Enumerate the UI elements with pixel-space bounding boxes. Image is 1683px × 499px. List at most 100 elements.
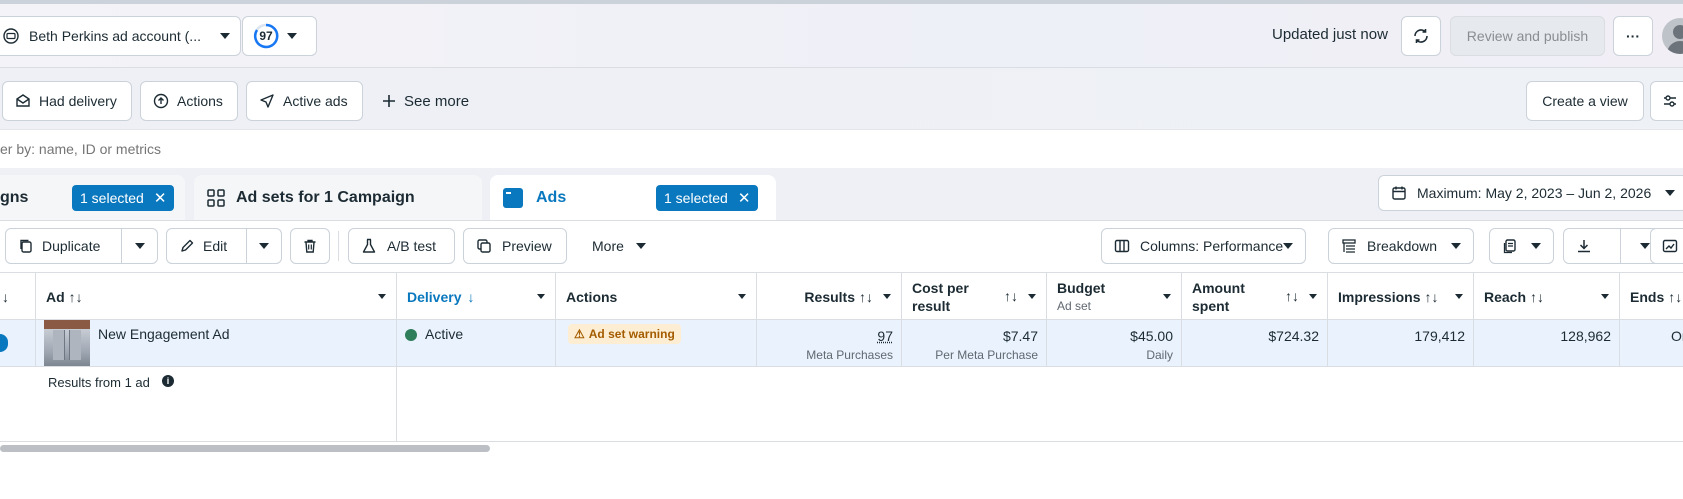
opportunity-score-button[interactable]: 97 <box>242 16 317 56</box>
sort-icon: ↑↓ <box>1530 289 1545 305</box>
delivery-status: Active <box>425 326 464 342</box>
updated-status: Updated just now <box>1272 26 1388 43</box>
chart-view-button[interactable] <box>1650 228 1683 264</box>
chevron-down-icon[interactable] <box>537 294 545 299</box>
header-ad[interactable]: Ad ↑↓ <box>36 273 397 321</box>
sort-desc-icon: ↓ <box>467 289 475 305</box>
chevron-down-icon[interactable] <box>1309 294 1317 299</box>
sort-icon: ↑↓ <box>1424 289 1439 305</box>
score-ring-icon: 97 <box>253 23 279 49</box>
budget-cell: $45.00 Daily <box>1047 320 1182 366</box>
status-dot <box>405 329 417 341</box>
filter-had-delivery[interactable]: Had delivery <box>2 81 132 121</box>
account-selector[interactable]: Beth Perkins ad account (... <box>0 16 241 56</box>
header-ends[interactable]: Ends ↑↓ <box>1620 273 1683 321</box>
chevron-down-icon[interactable] <box>1028 294 1036 299</box>
chevron-down-icon[interactable] <box>378 294 386 299</box>
see-more-button[interactable]: See more <box>382 81 469 121</box>
chevron-down-icon <box>259 243 270 249</box>
reports-icon <box>1502 238 1518 254</box>
header-reach[interactable]: Reach ↑↓ <box>1474 273 1620 321</box>
flask-icon <box>361 238 377 254</box>
header-amount-spent[interactable]: Amount spent ↑↓ <box>1182 273 1328 321</box>
edit-button[interactable]: Edit <box>166 228 282 264</box>
header-actions[interactable]: Actions <box>556 273 757 321</box>
close-icon[interactable]: ✕ <box>154 189 167 207</box>
date-range-picker[interactable]: Maximum: May 2, 2023 – Jun 2, 2026 <box>1378 175 1683 211</box>
header-cost-per-result[interactable]: Cost per result ↑↓ <box>902 273 1047 321</box>
close-icon[interactable]: ✕ <box>738 189 751 207</box>
row-toggle-cell <box>0 320 36 366</box>
chevron-down-icon[interactable] <box>883 294 891 299</box>
ads-selected-pill[interactable]: 1 selected ✕ <box>656 184 759 211</box>
ab-test-button[interactable]: A/B test <box>348 228 455 264</box>
duplicate-button[interactable]: Duplicate <box>5 228 158 264</box>
header-sort-toggle[interactable]: ↓ <box>0 273 36 321</box>
results-value[interactable]: 97 <box>877 328 893 344</box>
columns-button[interactable]: Columns: Performance <box>1101 228 1306 264</box>
header-impressions[interactable]: Impressions ↑↓ <box>1328 273 1474 321</box>
filter-active-ads[interactable]: Active ads <box>246 81 363 121</box>
chevron-down-icon[interactable] <box>1455 294 1463 299</box>
warning-icon: ⚠ <box>574 327 585 341</box>
impressions-cell: 179,412 <box>1328 320 1474 366</box>
avatar[interactable] <box>1662 18 1683 54</box>
account-icon <box>3 28 19 44</box>
tab-ad-sets[interactable]: Ad sets for 1 Campaign <box>194 175 482 220</box>
chevron-down-icon <box>1665 190 1675 196</box>
reach-value: 128,962 <box>1560 328 1611 344</box>
summary-cell: Results from 1 ad i <box>0 367 397 442</box>
horizontal-scrollbar[interactable] <box>0 445 490 452</box>
amount-spent-value: $724.32 <box>1268 328 1319 344</box>
refresh-button[interactable] <box>1401 16 1441 56</box>
level-tabs: gns 1 selected ✕ Ad sets for 1 Campaign … <box>0 168 1683 220</box>
duplicate-icon <box>18 238 34 254</box>
chevron-down-icon <box>1283 243 1294 249</box>
cost-type: Per Meta Purchase <box>935 348 1038 362</box>
envelope-icon <box>15 93 31 109</box>
budget-value: $45.00 <box>1130 328 1173 344</box>
table-toolbar: Duplicate Edit A/B test Preview More Col… <box>0 220 1683 272</box>
edit-dropdown[interactable] <box>246 229 281 263</box>
reports-button[interactable] <box>1489 228 1554 264</box>
more-button[interactable]: More <box>592 228 646 264</box>
sort-icon: ↑↓ <box>859 289 873 305</box>
search-row <box>0 130 1683 168</box>
breakdown-icon <box>1341 238 1357 254</box>
create-view-button[interactable]: Create a view <box>1526 81 1644 121</box>
info-icon[interactable]: i <box>162 375 174 387</box>
search-input[interactable] <box>0 136 900 162</box>
sort-icon: ↓ <box>2 289 9 305</box>
duplicate-dropdown[interactable] <box>121 229 157 263</box>
preview-button[interactable]: Preview <box>463 228 567 264</box>
chart-icon <box>1662 238 1678 254</box>
chevron-down-icon[interactable] <box>1601 294 1609 299</box>
breakdown-button[interactable]: Breakdown <box>1328 228 1474 264</box>
table-row[interactable]: New Engagement Ad Active ⚠ Ad set warnin… <box>0 320 1683 367</box>
chevron-down-icon <box>134 243 145 249</box>
chevron-down-icon <box>220 33 230 39</box>
ends-value: Or <box>1671 328 1683 344</box>
view-settings-button[interactable] <box>1650 81 1683 121</box>
header-delivery[interactable]: Delivery ↓ <box>397 273 556 321</box>
chevron-down-icon[interactable] <box>738 294 746 299</box>
cost-cell: $7.47 Per Meta Purchase <box>902 320 1047 366</box>
campaigns-selected-pill[interactable]: 1 selected ✕ <box>72 184 175 211</box>
header-results[interactable]: Results ↑↓ <box>757 273 902 321</box>
filter-actions[interactable]: Actions <box>140 81 238 121</box>
review-and-publish-button[interactable]: Review and publish <box>1450 16 1605 56</box>
delete-button[interactable] <box>290 228 330 264</box>
tab-ads[interactable]: Ads 1 selected ✕ <box>490 175 776 220</box>
ad-set-warning-badge[interactable]: ⚠ Ad set warning <box>568 324 681 344</box>
header-budget[interactable]: Budget Ad set <box>1047 273 1182 321</box>
chevron-down-icon[interactable] <box>1163 294 1171 299</box>
table-header: ↓ Ad ↑↓ Delivery ↓ Actions Results ↑↓ Co… <box>0 272 1683 321</box>
upload-circle-icon <box>153 93 169 109</box>
more-options-button[interactable]: ··· <box>1613 16 1653 56</box>
ad-name-link[interactable]: New Engagement Ad <box>98 326 230 342</box>
chevron-down-icon <box>1451 243 1461 249</box>
sliders-icon <box>1662 93 1678 109</box>
toggle-switch[interactable] <box>0 334 8 352</box>
tab-campaigns[interactable]: gns 1 selected ✕ <box>0 175 185 220</box>
download-icon <box>1576 238 1620 254</box>
